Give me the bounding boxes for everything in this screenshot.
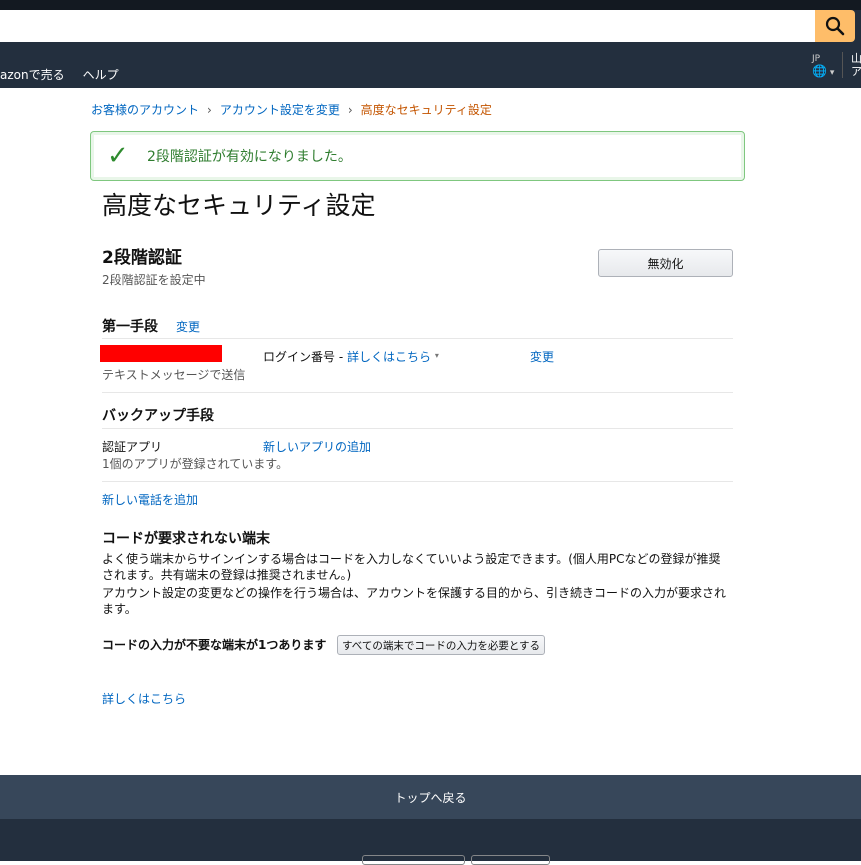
page-title: 高度なセキュリティ設定 (102, 191, 376, 220)
add-app-link[interactable]: 新しいアプリの追加 (263, 438, 371, 455)
breadcrumb-separator: › (207, 102, 212, 117)
change-phone-link[interactable]: 変更 (530, 348, 554, 365)
account-menu-cut[interactable]: 山 ア (842, 52, 861, 78)
breadcrumb-separator: › (347, 102, 353, 117)
add-phone-link[interactable]: 新しい電話を追加 (102, 491, 198, 508)
learn-more-link[interactable]: 詳しくはこちら (102, 690, 186, 707)
footer-button[interactable] (362, 855, 465, 865)
breadcrumb: お客様のアカウント › アカウント設定を変更 › 高度なセキュリティ設定 (91, 101, 492, 118)
method-note: テキストメッセージで送信 (102, 368, 246, 382)
backup-heading: バックアップ手段 (102, 408, 214, 424)
top-strip (0, 0, 861, 10)
two-step-status: 2段階認証を設定中 (102, 273, 206, 287)
language-selector[interactable]: JP 🌐 ▾ (812, 53, 834, 79)
nav-item-help[interactable]: ヘルプ (83, 66, 119, 83)
app-count: 1個のアプリが登録されています。 (102, 457, 289, 471)
primary-method-heading: 第一手段 (102, 319, 158, 335)
require-code-all-button[interactable]: すべての端末でコードの入力を必要とする (337, 635, 545, 655)
no-code-description: よく使う端末からサインインする場合はコードを入力しなくていいよう設定できます。(… (102, 552, 721, 582)
breadcrumb-account-settings[interactable]: アカウント設定を変更 (220, 101, 340, 118)
disable-button[interactable]: 無効化 (598, 249, 733, 277)
two-step-heading: 2段階認証 (102, 248, 182, 268)
divider (102, 392, 733, 393)
search-icon (825, 16, 845, 36)
divider (102, 481, 733, 482)
auth-app-label: 認証アプリ (102, 440, 163, 454)
search-button[interactable] (815, 10, 855, 42)
divider (102, 338, 733, 339)
footer-button[interactable] (471, 855, 550, 865)
learn-more-link[interactable]: 詳しくはこちら (347, 350, 431, 364)
back-to-top[interactable]: トップへ戻る (0, 775, 861, 819)
no-code-heading: コードが要求されない端末 (102, 531, 270, 547)
device-count: コードの入力が不要な端末が1つあります (102, 638, 327, 652)
success-alert: ✓ 2段階認証が有効になりました。 (90, 131, 745, 181)
chevron-down-icon: ▾ (826, 68, 835, 78)
breadcrumb-account[interactable]: お客様のアカウント (91, 101, 199, 118)
primary-change-link[interactable]: 変更 (176, 318, 200, 335)
nav-row: azonで売る ヘルプ (0, 62, 119, 86)
chevron-down-icon: ▾ (434, 351, 439, 360)
divider (102, 428, 733, 429)
alert-message: 2段階認証が有効になりました。 (147, 149, 352, 165)
breadcrumb-current: 高度なセキュリティ設定 (360, 103, 492, 117)
login-number-label: ログイン番号 - 詳しくはこちら ▾ (263, 348, 439, 365)
no-code-note: アカウント設定の変更などの操作を行う場合は、アカウントを保護する目的から、引き続… (102, 586, 727, 616)
globe-icon: 🌐 (812, 64, 827, 78)
redacted-phone (100, 345, 222, 362)
login-prefix: ログイン番号 - (263, 350, 347, 364)
search-input[interactable] (0, 10, 815, 42)
check-icon: ✓ (107, 141, 129, 171)
nav-item-sell[interactable]: azonで売る (0, 66, 65, 83)
